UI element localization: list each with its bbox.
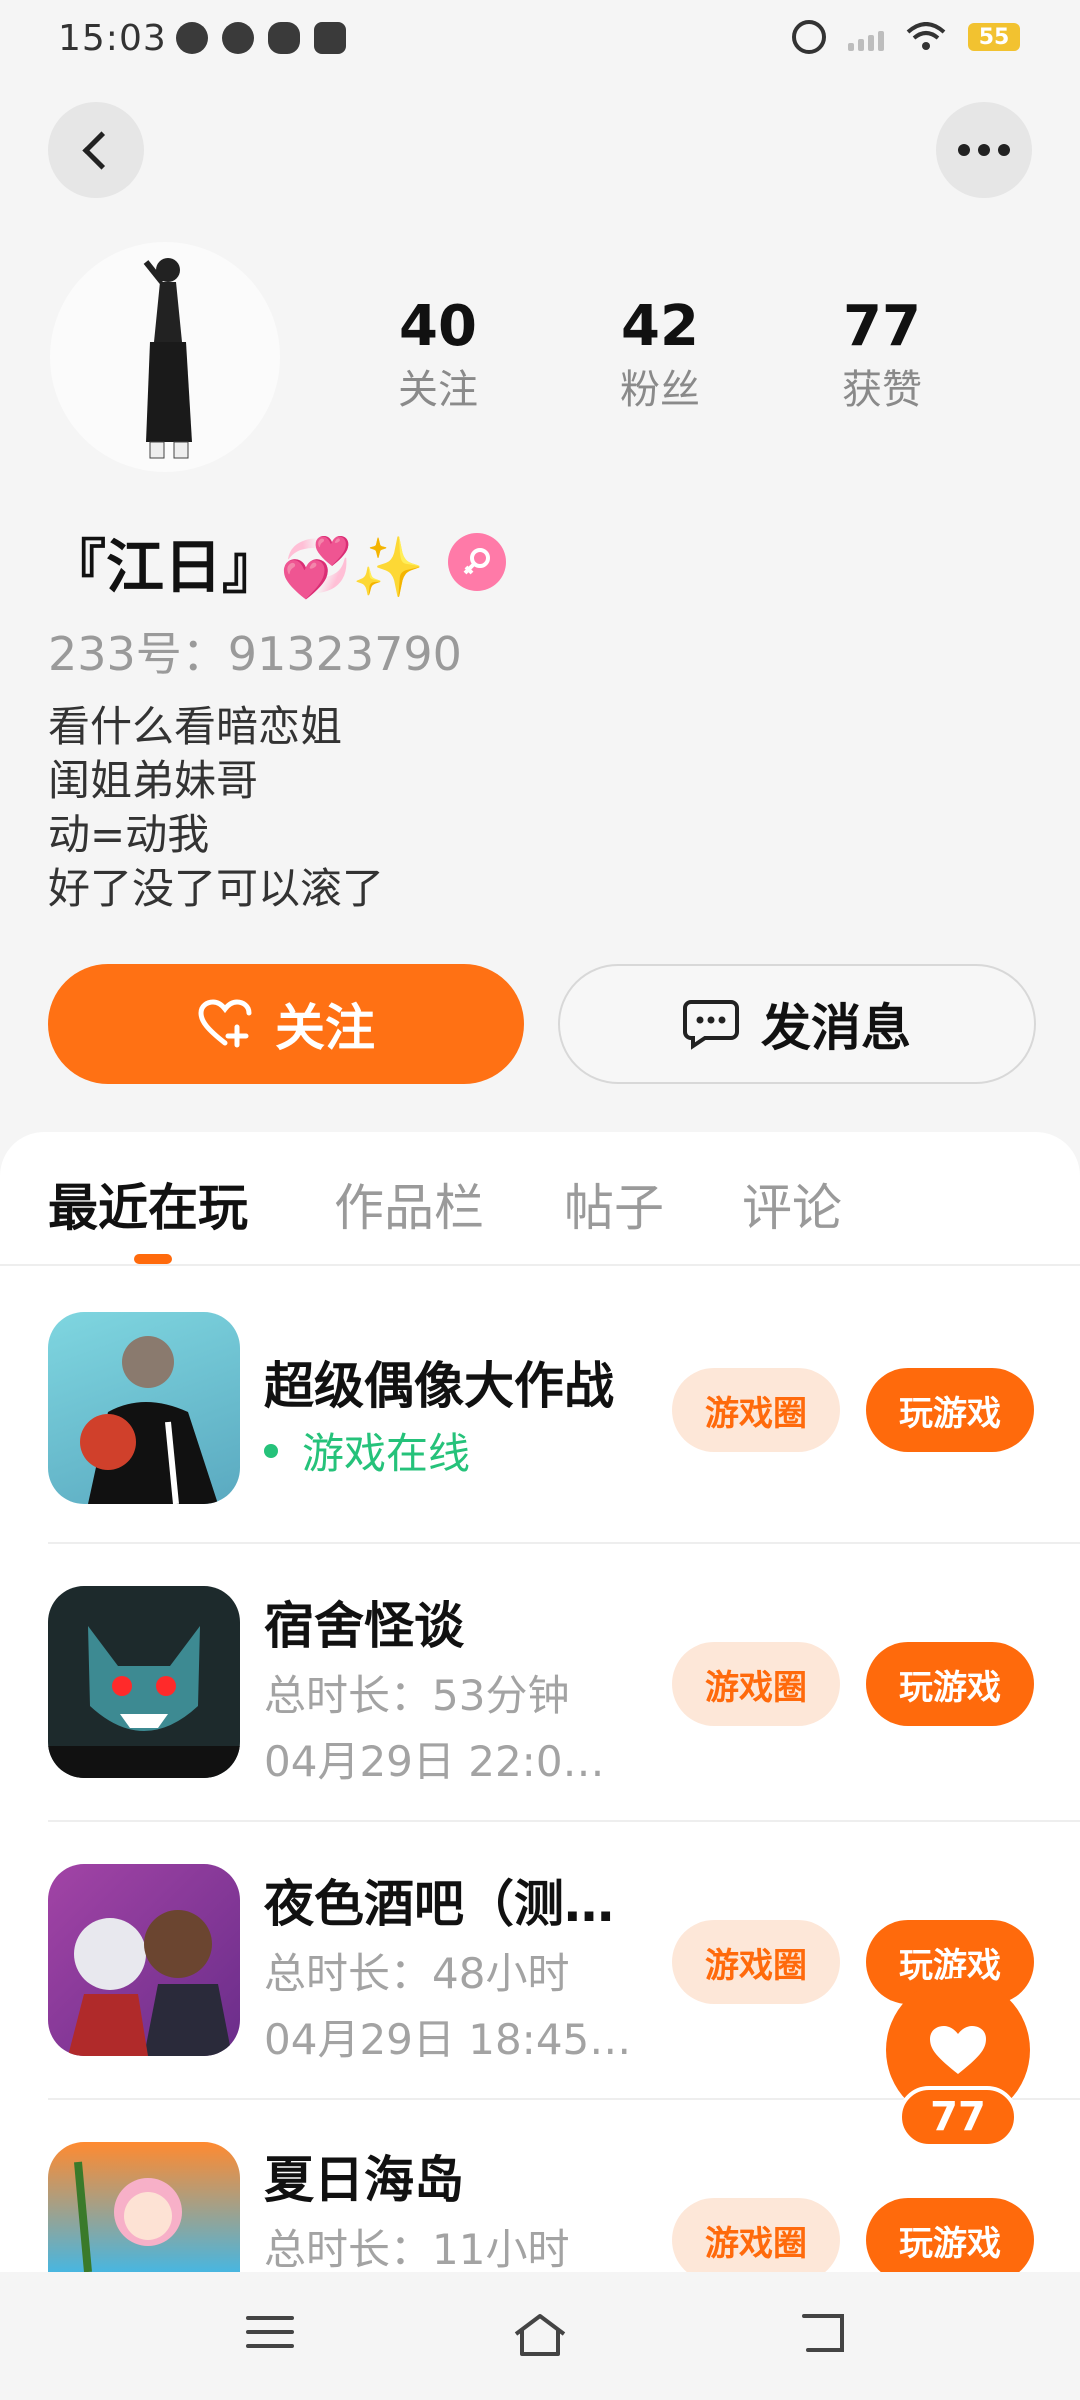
stat-likes[interactable]: 77 获赞 [802,292,962,418]
row-divider [48,1820,1080,1822]
like-count: 77 [898,2086,1018,2148]
stat-likes-label: 获赞 [842,367,922,413]
game-last-played: 04月29日 18:45… [264,2015,632,2064]
status-right: 55 [792,20,1020,54]
nickname: 『江日』💞✨ [48,533,425,601]
home-icon[interactable] [510,2310,570,2360]
bio-line: 闺姐弟妹哥 [48,756,259,805]
pinwheel-icon [222,22,254,54]
play-game-button[interactable]: 玩游戏 [866,1642,1034,1726]
tab-active-indicator [134,1254,172,1264]
game-title[interactable]: 超级偶像大作战 [264,1346,644,1418]
stat-likes-value: 77 [843,294,921,359]
heart-plus-icon [198,999,252,1048]
play-game-button[interactable]: 玩游戏 [866,1368,1034,1452]
game-circle-button[interactable]: 游戏圈 [672,1920,840,2004]
mail-icon [314,22,346,54]
tab-comments[interactable]: 评论 [742,1168,842,1240]
follow-label: 关注 [275,999,375,1057]
avatar[interactable] [50,242,280,472]
chat-bubble-icon [683,1000,739,1050]
follow-button[interactable]: 关注 [48,964,524,1084]
row-divider [48,1542,1080,1544]
game-title[interactable]: 夏日海岛 [264,2140,644,2212]
user-id: 233号：91323790 [48,627,462,681]
stat-following[interactable]: 40 关注 [358,292,518,418]
tab-posts[interactable]: 帖子 [564,1168,664,1240]
more-dots-icon [958,144,1010,156]
bio-line: 动=动我 [48,810,210,859]
status-time: 15:03 [58,18,167,59]
game-icon-night-bar[interactable] [48,1864,240,2056]
tab-works[interactable]: 作品栏 [334,1168,484,1240]
game-duration: 总时长：48小时 [264,1949,570,1998]
message-button[interactable]: 发消息 [558,964,1036,1084]
online-label: 游戏在线 [302,1429,471,1478]
stat-followers-value: 42 [621,294,699,359]
nickname-row: 『江日』💞✨ [48,520,507,604]
heart-icon [930,2026,986,2074]
back-nav-icon[interactable] [798,2310,850,2356]
status-bar: 15:03 55 [0,0,1080,80]
play-game-button[interactable]: 玩游戏 [866,2198,1034,2282]
wechat-icon [268,22,300,54]
tabs-divider [0,1264,1080,1266]
alarm-icon [792,20,826,54]
game-icon-summer-island[interactable] [48,2142,240,2272]
game-last-played: 04月29日 22:0… [264,1737,605,1786]
bio: 看什么看暗恋姐 闺姐弟妹哥 动=动我 好了没了可以滚了 [48,700,384,916]
game-title[interactable]: 宿舍怪谈 [264,1586,644,1658]
stat-followers[interactable]: 42 粉丝 [580,292,740,418]
notification-icon [176,22,208,54]
game-icon-dorm-horror[interactable] [48,1586,240,1778]
stat-followers-label: 粉丝 [620,367,700,413]
wifi-icon [906,22,946,50]
bio-line: 看什么看暗恋姐 [48,702,343,751]
online-dot-icon [264,1443,278,1458]
message-label: 发消息 [761,999,911,1057]
stat-following-value: 40 [399,294,477,359]
game-duration: 总时长：53分钟 [264,1671,570,1720]
back-button[interactable] [48,102,144,198]
tab-recently-played[interactable]: 最近在玩 [48,1168,248,1240]
menu-icon[interactable] [244,2310,296,2354]
stat-following-label: 关注 [398,367,478,413]
game-circle-button[interactable]: 游戏圈 [672,2198,840,2282]
game-online-status: 游戏在线 [264,1420,644,1481]
more-button[interactable] [936,102,1032,198]
bio-line: 好了没了可以滚了 [48,864,385,913]
game-circle-button[interactable]: 游戏圈 [672,1642,840,1726]
female-icon [448,533,507,591]
battery-icon: 55 [968,23,1020,51]
game-duration: 总时长：11小时 [264,2225,570,2274]
game-title[interactable]: 夜色酒吧（测… [264,1864,644,1936]
chevron-left-icon [81,130,121,170]
game-circle-button[interactable]: 游戏圈 [672,1368,840,1452]
signal-icon [848,23,884,51]
game-icon-super-idol[interactable] [48,1312,240,1504]
